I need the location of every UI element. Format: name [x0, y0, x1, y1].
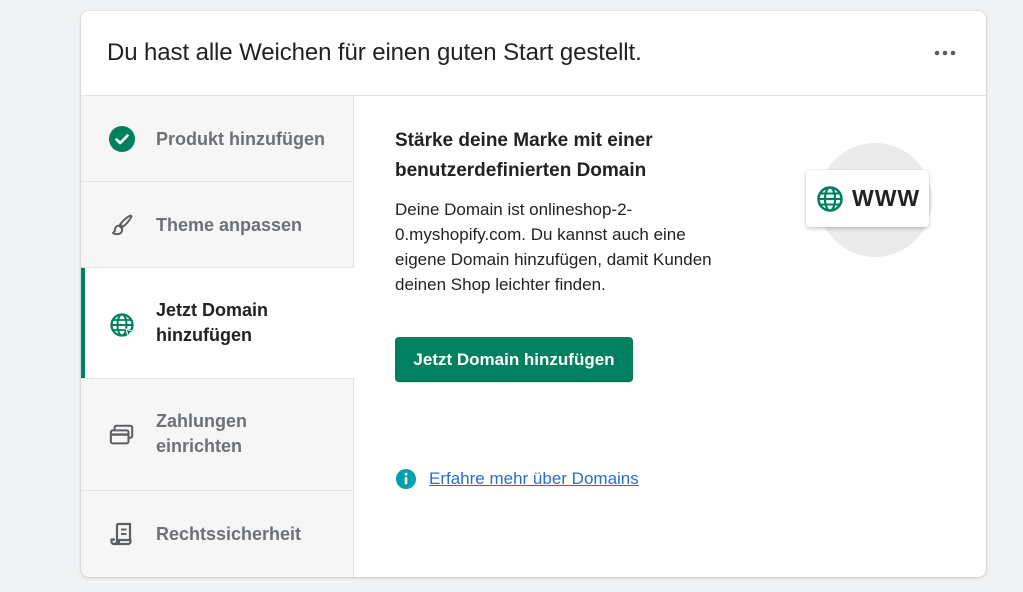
- illustration-www-text: WWW: [852, 185, 921, 211]
- step-rechtssicherheit[interactable]: Rechtssicherheit: [81, 491, 354, 577]
- step-produkt-hinzufuegen[interactable]: Produkt hinzufügen: [81, 96, 354, 182]
- illustration-www-card: WWW: [806, 170, 929, 227]
- content-description: Deine Domain ist onlineshop-2-0.myshopif…: [395, 200, 712, 294]
- legal-document-icon: [109, 521, 135, 547]
- info-circle-icon: [396, 469, 416, 489]
- card-title: Du hast alle Weichen für einen guten Sta…: [107, 39, 642, 66]
- setup-steps-sidebar: Produkt hinzufügen Theme anpassen Jetzt …: [81, 96, 355, 577]
- content-title: Stärke deine Marke mit einer benutzerdef…: [395, 130, 653, 181]
- step-label: Produkt hinzufügen: [156, 129, 325, 149]
- more-actions-button[interactable]: [930, 41, 960, 65]
- paintbrush-icon: [109, 212, 135, 238]
- learn-more-row: Erfahre mehr über Domains: [395, 466, 639, 492]
- step-zahlungen-einrichten[interactable]: Zahlungen einrichten: [81, 379, 354, 491]
- card-header: Du hast alle Weichen für einen guten Sta…: [81, 11, 986, 96]
- step-label: Rechtssicherheit: [156, 524, 302, 544]
- credit-card-icon: [109, 422, 135, 448]
- step-domain-hinzufuegen[interactable]: Jetzt Domain hinzufügen: [81, 268, 355, 379]
- check-circle-icon: [109, 126, 135, 152]
- step-label: Zahlungen einrichten: [156, 411, 247, 456]
- globe-icon: [109, 312, 135, 338]
- step-label: Theme anpassen: [156, 215, 303, 235]
- setup-guide-card: Du hast alle Weichen für einen guten Sta…: [81, 11, 986, 577]
- step-label: Jetzt Domain hinzufügen: [156, 300, 269, 345]
- add-domain-button[interactable]: Jetzt Domain hinzufügen: [395, 337, 633, 382]
- globe-icon: [817, 185, 843, 212]
- domain-illustration: WWW: [806, 143, 932, 258]
- step-content-panel: Stärke deine Marke mit einer benutzerdef…: [354, 96, 986, 577]
- step-theme-anpassen[interactable]: Theme anpassen: [81, 182, 354, 268]
- learn-more-domains-link[interactable]: Erfahre mehr über Domains: [429, 469, 639, 489]
- horizontal-dots-icon: [934, 50, 956, 56]
